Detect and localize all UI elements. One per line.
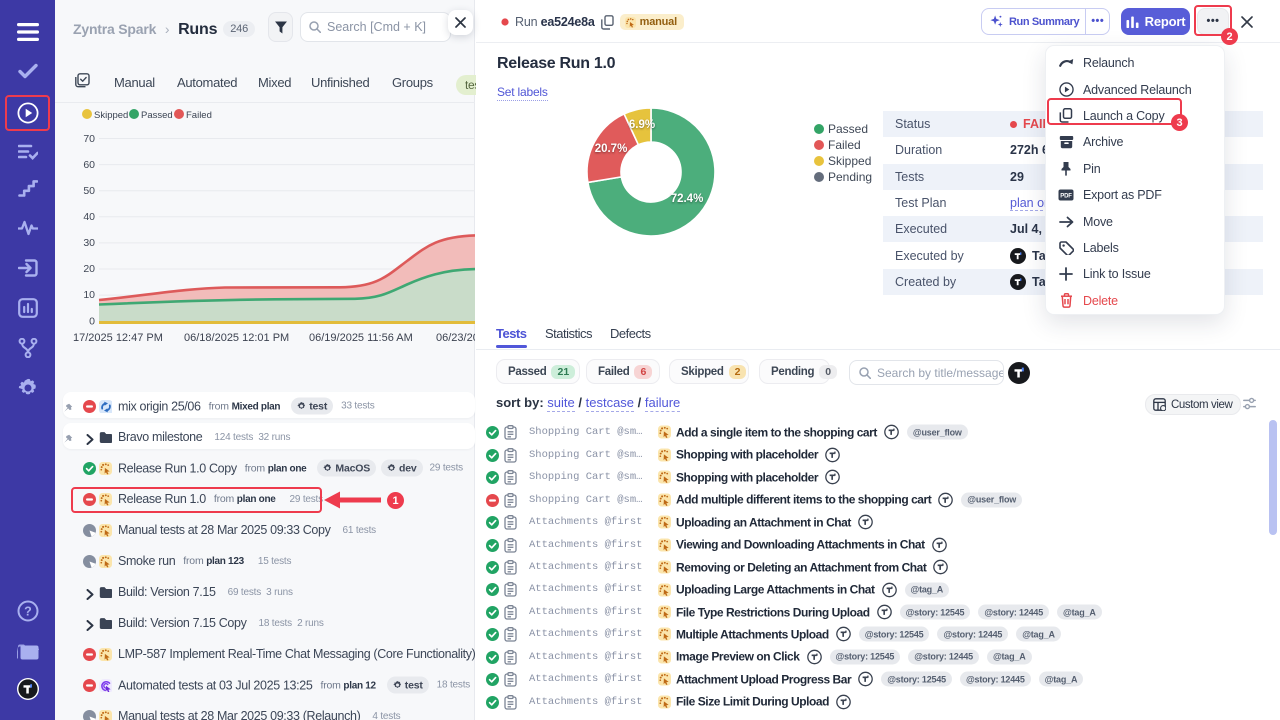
svg-text:50: 50 (83, 185, 95, 197)
svg-text:?: ? (24, 605, 32, 619)
svg-text:06/18/2025 12:01 PM: 06/18/2025 12:01 PM (184, 332, 289, 344)
svg-text:30: 30 (83, 237, 95, 249)
svg-text:20.7%: 20.7% (595, 143, 628, 155)
svg-text:Failed: Failed (186, 110, 212, 121)
svg-text:72.4%: 72.4% (671, 193, 704, 205)
svg-text:Passed: Passed (141, 110, 173, 121)
svg-text:06/19/2025 11:56 AM: 06/19/2025 11:56 AM (309, 332, 413, 344)
svg-text:06/23/202: 06/23/202 (436, 332, 475, 344)
svg-text:20: 20 (83, 263, 95, 275)
svg-text:17/2025 12:47 PM: 17/2025 12:47 PM (73, 332, 163, 344)
svg-text:Skipped: Skipped (94, 110, 128, 121)
svg-text:60: 60 (83, 159, 95, 171)
svg-text:40: 40 (83, 211, 95, 223)
svg-text:10: 10 (83, 289, 95, 301)
svg-text:0: 0 (89, 316, 95, 328)
svg-text:70: 70 (83, 133, 95, 145)
svg-text:PDF: PDF (1060, 194, 1072, 200)
svg-text:6.9%: 6.9% (629, 119, 655, 131)
